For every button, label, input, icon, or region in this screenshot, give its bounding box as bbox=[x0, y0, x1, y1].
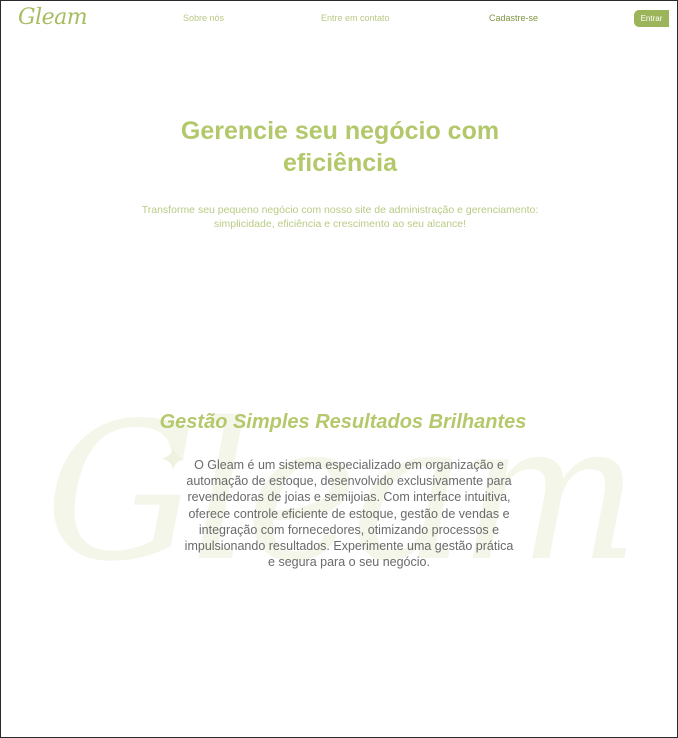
hero-title-line-2: eficiência bbox=[283, 149, 397, 177]
hero-title: Gerencie seu negócio com eficiência bbox=[101, 115, 579, 179]
about-description: O Gleam é um sistema especializado em or… bbox=[184, 458, 514, 570]
hero-subtitle: Transforme seu pequeno negócio com nosso… bbox=[101, 203, 579, 231]
hero-title-line-1: Gerencie seu negócio com bbox=[180, 117, 500, 145]
nav-link-about[interactable]: Sobre nós bbox=[183, 13, 224, 23]
top-navigation: Gleam Sobre nós Entre em contato Cadastr… bbox=[1, 1, 677, 35]
gleam-logo[interactable]: Gleam bbox=[18, 5, 88, 30]
nav-link-signup[interactable]: Cadastre-se bbox=[489, 13, 538, 23]
hero-subtitle-line-2: simplicidade, eficiência e crescimento a… bbox=[213, 218, 467, 230]
about-title: Gestão Simples Resultados Brilhantes bbox=[159, 411, 527, 433]
hero-subtitle-line-1: Transforme seu pequeno negócio com nosso… bbox=[141, 204, 539, 216]
login-button[interactable]: Entrar bbox=[634, 10, 669, 27]
nav-link-contact[interactable]: Entre em contato bbox=[321, 13, 390, 23]
